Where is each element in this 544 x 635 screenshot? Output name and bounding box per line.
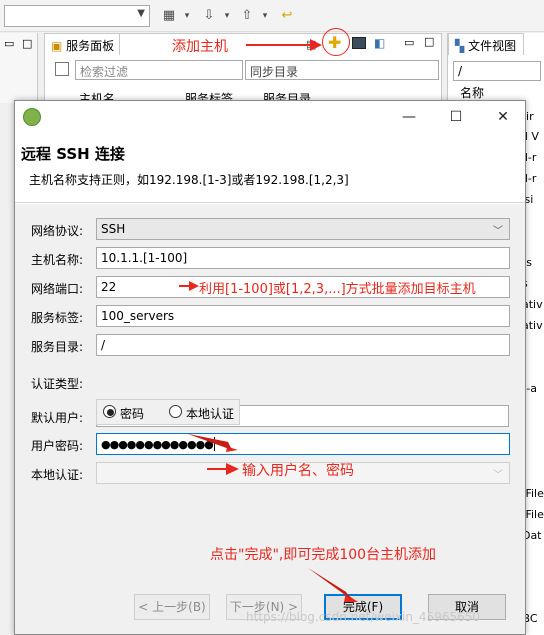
tab-service-panel[interactable]: ▣ 服务面板 [44, 33, 120, 55]
minimize-icon[interactable]: ▭ [404, 36, 414, 49]
file-path-value: / [458, 64, 463, 78]
auth-type-radio-group: 密码 本地认证 [96, 399, 240, 425]
annotation-arrow-finish [308, 568, 358, 602]
dir-value: / [101, 338, 106, 352]
select-all-checkbox[interactable] [55, 62, 69, 76]
maximize-icon[interactable]: □ [22, 37, 32, 50]
minimize-icon[interactable]: — [399, 107, 419, 127]
watermark-text: https://blog.csdn.net/weixin_45965650 [246, 610, 481, 624]
app-icon [23, 108, 41, 126]
binoculars-icon[interactable]: ▦ [160, 7, 178, 25]
filter-placeholder: 检索过滤 [80, 65, 129, 79]
back-arrow-icon[interactable]: ↩ [278, 7, 296, 25]
password-input[interactable]: ●●●●●●●●●●●●● [96, 433, 510, 455]
main-toolbar: ▼ ▦ ▾ ⇩ ▾ ⇧ ▾ ↩ [0, 0, 544, 32]
annotation-arrow-password [207, 463, 239, 475]
download-icon[interactable]: ⇩ [200, 7, 218, 25]
minimize-icon[interactable]: ▭ [4, 37, 14, 50]
password-label: 用户密码: [31, 439, 84, 453]
chevron-down-icon[interactable]: ▾ [178, 7, 196, 25]
service-panel-icon: ▣ [51, 39, 63, 53]
auth-local-label[interactable]: 本地认证 [186, 405, 234, 422]
close-icon[interactable]: ✕ [493, 107, 513, 127]
annotation-finish-hint: 点击"完成",即可完成100台主机添加 [210, 547, 437, 563]
host-label: 主机名称: [31, 253, 84, 267]
dialog-title: 远程 SSH 连接 [21, 145, 125, 163]
maximize-icon[interactable]: ☐ [446, 107, 466, 127]
chevron-down-icon: ﹀ [493, 470, 503, 481]
dir-input[interactable]: / [96, 334, 510, 356]
chevron-down-icon[interactable]: ▾ [256, 7, 274, 25]
windows-icon[interactable]: ◧ [374, 36, 385, 50]
annotation-batch-add: 利用[1-100]或[1,2,3,...]方式批量添加目标主机 [199, 282, 476, 297]
file-view-icon: ▚ [455, 39, 465, 53]
dir-label: 服务目录: [31, 340, 84, 354]
tag-label: 服务标签: [31, 311, 84, 325]
file-view-tab-label: 文件视图 [468, 39, 517, 53]
protocol-select[interactable]: SSH ﹀ [96, 218, 510, 240]
sync-dir-input[interactable]: 同步目录 [245, 60, 439, 80]
port-label: 网络端口: [31, 282, 84, 296]
port-value: 22 [101, 280, 117, 294]
dialog-form: 网络协议: SSH ﹀ 主机名称: 10.1.1.[1-100] 网络端口: 2… [15, 204, 525, 564]
tab-file-view[interactable]: ▚ 文件视图 [448, 33, 524, 55]
user-label: 默认用户: [31, 411, 84, 425]
host-value: 10.1.1.[1-100] [101, 251, 188, 265]
annotation-add-host: 添加主机 [172, 39, 228, 55]
chevron-down-icon: ﹀ [493, 226, 503, 237]
protocol-label: 网络协议: [31, 224, 84, 238]
toolbar-combo[interactable]: ▼ [4, 5, 150, 27]
tag-input[interactable]: 100_servers [96, 305, 510, 327]
chevron-down-icon: ▼ [137, 8, 145, 19]
back-button[interactable]: < 上一步(B) [134, 594, 210, 620]
sync-dir-label: 同步目录 [250, 65, 299, 79]
dialog-titlebar: — ☐ ✕ [15, 101, 525, 133]
tag-value: 100_servers [101, 309, 175, 323]
file-col-name-header[interactable]: 名称 [460, 84, 484, 101]
protocol-value: SSH [101, 222, 126, 236]
annotation-arrow-user [188, 434, 238, 452]
left-side-panel: ▭ □ [0, 33, 38, 103]
auth-local-radio[interactable] [169, 405, 182, 418]
host-input[interactable]: 10.1.1.[1-100] [96, 247, 510, 269]
local-auth-label: 本地认证: [31, 468, 84, 482]
upload-icon[interactable]: ⇧ [238, 7, 256, 25]
annotation-credentials: 输入用户名、密码 [242, 463, 354, 479]
auth-password-label[interactable]: 密码 [120, 405, 144, 422]
auth-password-radio[interactable] [103, 405, 116, 418]
dialog-subtitle: 主机名称支持正则，如192.198.[1-3]或者192.198.[1,2,3] [29, 173, 349, 187]
maximize-icon[interactable]: □ [424, 35, 434, 48]
filter-input[interactable]: 检索过滤 [75, 60, 243, 80]
service-panel-tab-label: 服务面板 [66, 39, 115, 53]
file-path-input[interactable]: / [453, 61, 541, 81]
chevron-down-icon[interactable]: ▾ [218, 7, 236, 25]
add-host-icon[interactable]: ✚ [328, 33, 341, 52]
annotation-arrow-add-host [246, 39, 322, 51]
dialog-header: 远程 SSH 连接 主机名称支持正则，如192.198.[1-3]或者192.1… [15, 133, 525, 203]
auth-type-label: 认证类型: [31, 377, 84, 391]
annotation-arrow-batch [179, 281, 199, 291]
terminal-icon[interactable] [352, 37, 366, 49]
